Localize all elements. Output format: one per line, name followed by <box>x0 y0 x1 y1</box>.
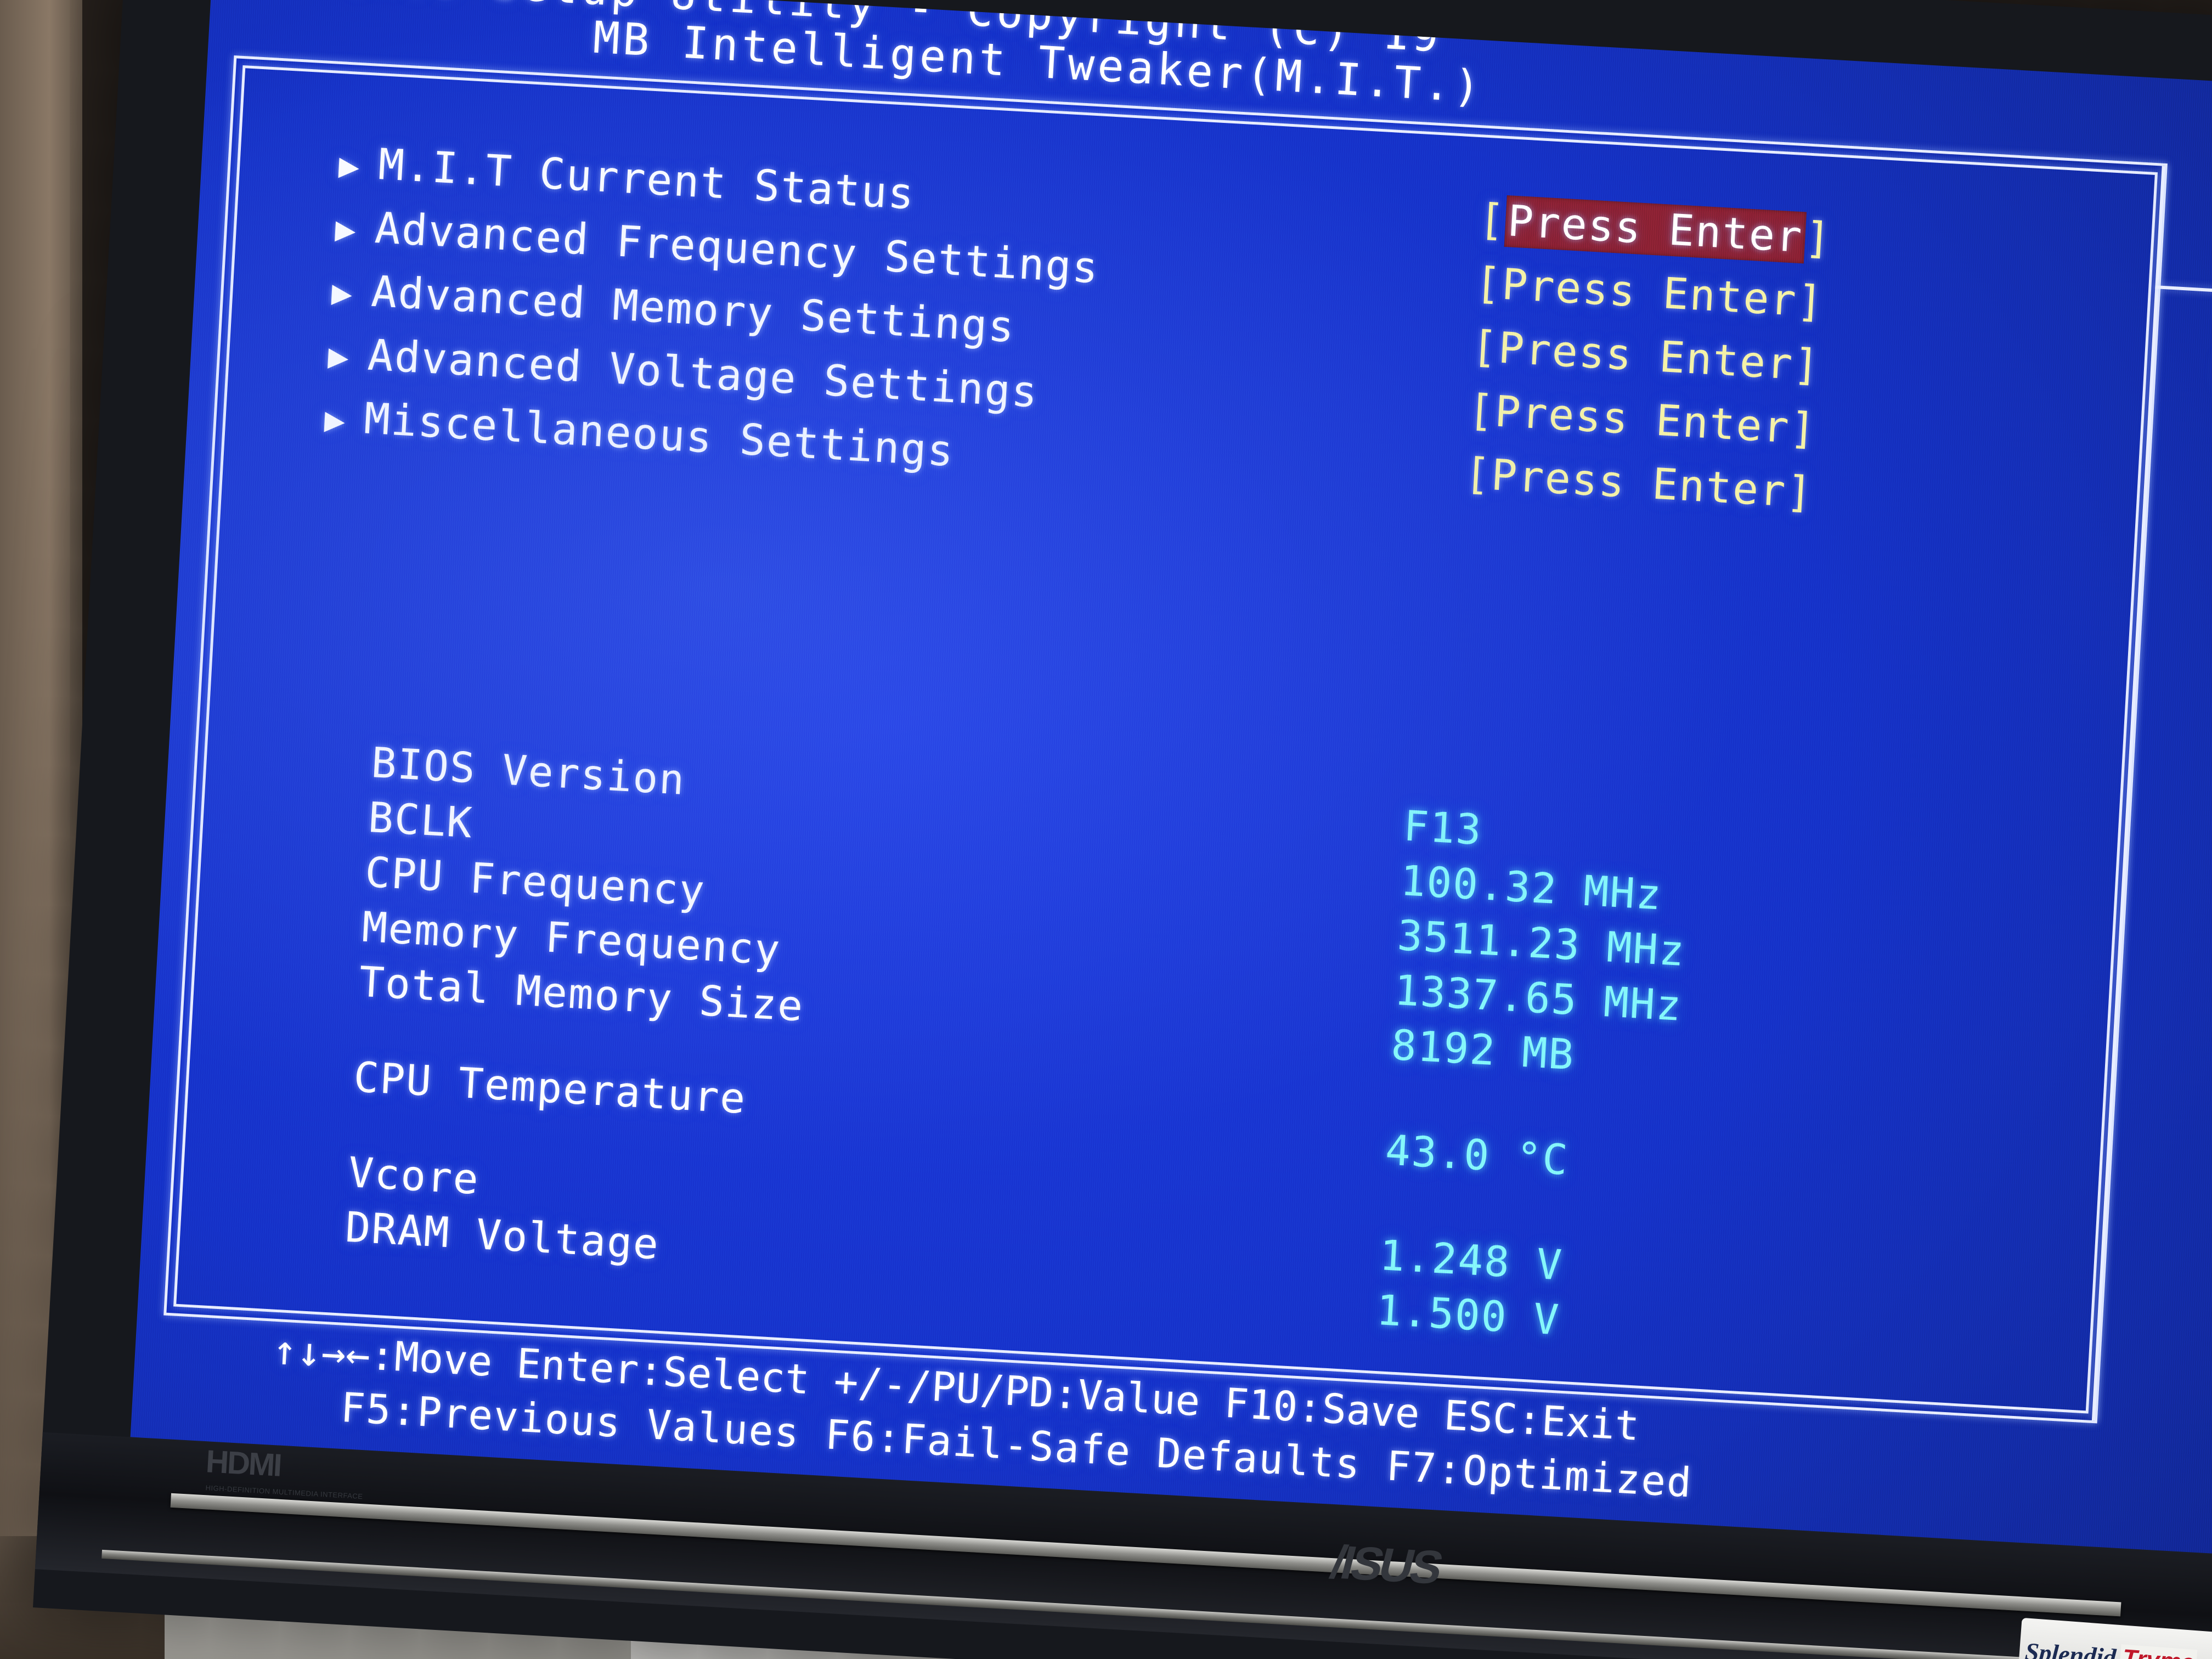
monitor-body: CMOS Setup Utility - Copyright (C) 19 MB… <box>33 0 2212 1659</box>
triangle-right-icon: ▶ <box>323 399 348 441</box>
system-info-values: F13 100.32 MHz 3511.23 MHz 1337.65 MHz 8… <box>1375 801 1692 1360</box>
photo-scene: CMOS Setup Utility - Copyright (C) 19 MB… <box>0 0 2212 1659</box>
submenu-list: ▶ M.I.T Current Status ▶ Advanced Freque… <box>323 140 1104 501</box>
bios-content: CMOS Setup Utility - Copyright (C) 19 MB… <box>129 0 2212 1566</box>
triangle-right-icon: ▶ <box>330 272 355 313</box>
system-info-labels: BIOS Version BCLK CPU Frequency Memory F… <box>343 738 817 1286</box>
triangle-right-icon: ▶ <box>337 145 362 187</box>
tryme-badge: Tryme <box>2119 1644 2198 1659</box>
submenu-value-list: [Press Enter] [Press Enter] [Press Enter… <box>1462 195 1833 535</box>
asus-brand-logo: /ISUS <box>1325 1536 1446 1594</box>
bios-screen: CMOS Setup Utility - Copyright (C) 19 MB… <box>129 0 2212 1566</box>
triangle-right-icon: ▶ <box>327 335 351 377</box>
splendid-label: Splendid <box>2024 1637 2117 1659</box>
triangle-right-icon: ▶ <box>334 208 358 250</box>
hdmi-logo: HDMI <box>205 1443 282 1483</box>
side-panel-rule <box>2155 285 2212 303</box>
